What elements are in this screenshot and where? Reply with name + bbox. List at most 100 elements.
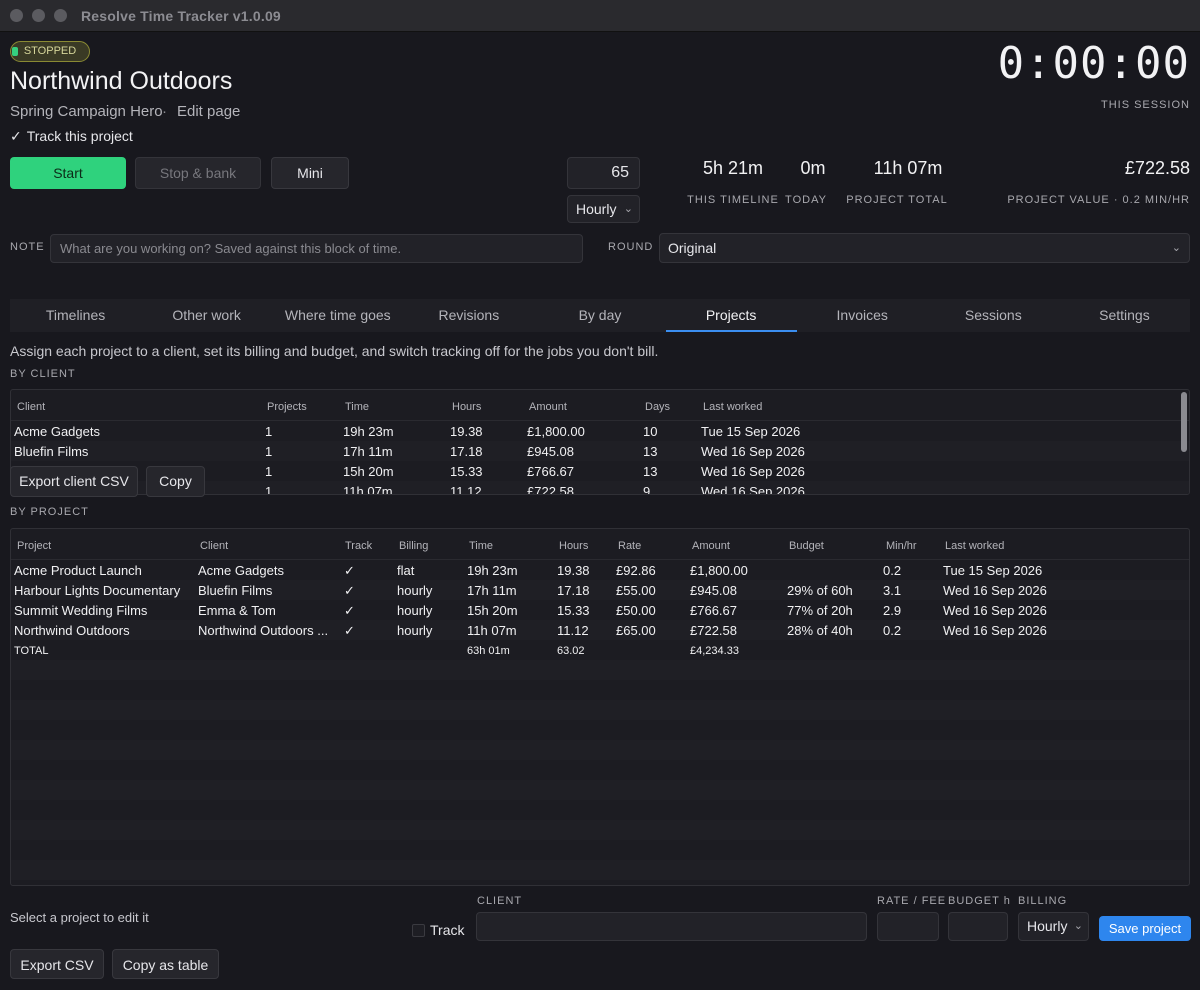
- col-last-worked[interactable]: Last worked: [703, 401, 762, 413]
- col-billing[interactable]: Billing: [399, 540, 428, 552]
- budget-field[interactable]: [948, 912, 1008, 941]
- table-cell: £766.67: [690, 603, 737, 618]
- client-title: Northwind Outdoors: [10, 67, 233, 95]
- project-value-label: PROJECT VALUE · 0.2 MIN/HR: [1007, 194, 1190, 206]
- by-client-label: BY CLIENT: [10, 368, 76, 380]
- track-check-icon[interactable]: ✓: [344, 623, 355, 639]
- table-cell: £766.67: [527, 464, 574, 479]
- col-time[interactable]: Time: [469, 540, 493, 552]
- table-cell: Acme Gadgets: [198, 563, 284, 578]
- table-cell: Wed 16 Sep 2026: [943, 583, 1047, 598]
- round-select[interactable]: Original ⌄: [659, 233, 1190, 263]
- tab-other-work[interactable]: Other work: [141, 299, 272, 332]
- col-last-worked[interactable]: Last worked: [945, 540, 1004, 552]
- track-check-icon[interactable]: ✓: [344, 563, 355, 579]
- table-cell: 19.38: [450, 424, 483, 439]
- total-label: TOTAL: [14, 645, 49, 657]
- col-projects[interactable]: Projects: [267, 401, 307, 413]
- col-client[interactable]: Client: [200, 540, 228, 552]
- col-days[interactable]: Days: [645, 401, 670, 413]
- track-check-icon[interactable]: ✓: [344, 583, 355, 599]
- status-indicator-icon: [12, 47, 18, 56]
- table-cell: Bluefin Films: [198, 583, 273, 598]
- track-check-icon[interactable]: ✓: [344, 603, 355, 619]
- note-input[interactable]: What are you working on? Saved against t…: [50, 234, 583, 263]
- table-cell: 11.12: [450, 484, 482, 495]
- today-value: 0m: [800, 158, 826, 178]
- table-cell: 15h 20m: [343, 464, 394, 479]
- track-project-toggle[interactable]: ✓ Track this project: [10, 128, 133, 145]
- today-label: TODAY: [785, 194, 827, 206]
- mini-button[interactable]: Mini: [271, 157, 349, 189]
- export-csv-button[interactable]: Export CSV: [10, 949, 104, 979]
- col-min-hr[interactable]: Min/hr: [886, 540, 917, 552]
- billing-label: BILLING: [1018, 895, 1068, 907]
- col-hours[interactable]: Hours: [452, 401, 481, 413]
- client-field-label: CLIENT: [477, 895, 523, 907]
- tab-sessions[interactable]: Sessions: [928, 299, 1059, 332]
- projects-description: Assign each project to a client, set its…: [10, 343, 659, 359]
- edit-page-link[interactable]: Edit page: [177, 103, 240, 120]
- chevron-down-icon: ⌄: [1171, 242, 1181, 254]
- col-hours[interactable]: Hours: [559, 540, 588, 552]
- tab-settings[interactable]: Settings: [1059, 299, 1190, 332]
- col-time[interactable]: Time: [345, 401, 369, 413]
- table-cell: 15.33: [557, 603, 590, 618]
- col-client[interactable]: Client: [17, 401, 45, 413]
- project-name: Spring Campaign Hero: [10, 103, 163, 120]
- table-cell: £92.86: [616, 563, 656, 578]
- client-field[interactable]: [476, 912, 867, 941]
- close-window-button[interactable]: [10, 9, 23, 22]
- col-track[interactable]: Track: [345, 540, 372, 552]
- table-cell: 11h 07m: [467, 623, 517, 638]
- table-cell: 15h 20m: [467, 603, 518, 618]
- table-cell: £945.08: [527, 444, 574, 459]
- tab-where-time-goes[interactable]: Where time goes: [272, 299, 403, 332]
- app-body: STOPPED Northwind Outdoors Spring Campai…: [0, 32, 1200, 990]
- table-cell: £55.00: [616, 583, 656, 598]
- table-row-stripe: [11, 700, 1189, 720]
- billing-select[interactable]: Hourly ⌄: [1018, 912, 1089, 941]
- minimize-window-button[interactable]: [32, 9, 45, 22]
- col-amount[interactable]: Amount: [692, 540, 730, 552]
- table-cell: 15.33: [450, 464, 483, 479]
- table-cell: £722.58: [527, 484, 574, 495]
- table-cell: Tue 15 Sep 2026: [943, 563, 1043, 578]
- copy-client-button[interactable]: Copy: [146, 466, 205, 497]
- table-cell: hourly: [397, 603, 433, 618]
- table-row-stripe: [11, 441, 1189, 461]
- table-header-row: [11, 390, 1189, 421]
- export-client-csv-button[interactable]: Export client CSV: [10, 466, 138, 497]
- rate-fee-field[interactable]: [877, 912, 939, 941]
- col-amount[interactable]: Amount: [529, 401, 567, 413]
- col-budget[interactable]: Budget: [789, 540, 824, 552]
- tab-invoices[interactable]: Invoices: [797, 299, 928, 332]
- table-cell: Acme Product Launch: [14, 563, 142, 578]
- table-cell: 13: [643, 464, 658, 479]
- save-project-button[interactable]: Save project: [1099, 916, 1191, 941]
- project-total-label: PROJECT TOTAL: [846, 194, 948, 206]
- zoom-window-button[interactable]: [54, 9, 67, 22]
- track-checkbox[interactable]: [412, 924, 425, 937]
- table-cell: 10: [643, 424, 658, 439]
- col-rate[interactable]: Rate: [618, 540, 641, 552]
- table-cell: 28% of 40h: [787, 623, 853, 638]
- copy-as-table-button[interactable]: Copy as table: [112, 949, 219, 979]
- rate-mode-select[interactable]: Hourly ⌄: [567, 195, 640, 223]
- tab-timelines[interactable]: Timelines: [10, 299, 141, 332]
- project-value-amount: £722.58: [1124, 158, 1190, 178]
- table-cell: Acme Gadgets: [14, 424, 100, 439]
- stop-bank-button[interactable]: Stop & bank: [135, 157, 261, 189]
- client-table-scrollbar[interactable]: [1181, 392, 1187, 452]
- table-cell: 9: [643, 484, 651, 495]
- project-table[interactable]: Project Client Track Billing Time Hours …: [10, 528, 1190, 886]
- start-button[interactable]: Start: [10, 157, 126, 189]
- chevron-down-icon: ⌄: [1073, 920, 1083, 932]
- tab-projects[interactable]: Projects: [665, 299, 797, 332]
- title-bar: Resolve Time Tracker v1.0.09: [0, 0, 1200, 32]
- tab-revisions[interactable]: Revisions: [403, 299, 534, 332]
- tab-by-day[interactable]: By day: [534, 299, 665, 332]
- total-time: 63h 01m: [467, 645, 510, 657]
- col-project[interactable]: Project: [17, 540, 51, 552]
- rate-input[interactable]: 65: [567, 157, 640, 189]
